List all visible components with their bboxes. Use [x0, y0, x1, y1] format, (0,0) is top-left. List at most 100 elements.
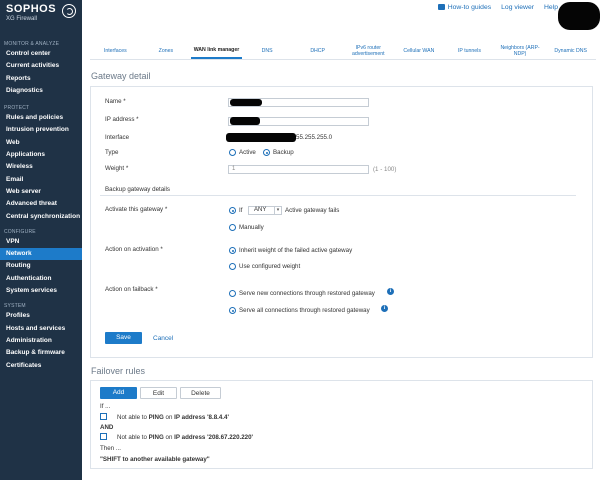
rule1-ip: IP address '8.8.4.4'	[174, 414, 229, 421]
ip-address-label: IP address *	[105, 116, 139, 123]
manually-label: Manually	[239, 224, 264, 231]
tab-dns[interactable]: DNS	[242, 42, 293, 59]
tab-zones[interactable]: Zones	[141, 42, 192, 59]
type-active-label: Active	[239, 149, 256, 156]
rule1-mid: on	[165, 414, 173, 421]
inherit-weight-radio[interactable]	[229, 247, 236, 254]
info-icon[interactable]: i	[387, 288, 394, 295]
sidebar-item-hosts-services[interactable]: Hosts and services	[0, 323, 82, 335]
section-system: SYSTEM	[4, 303, 26, 310]
cancel-link[interactable]: Cancel	[153, 335, 173, 342]
sidebar-item-current-activities[interactable]: Current activities	[0, 60, 82, 72]
use-configured-weight-radio[interactable]	[229, 263, 236, 270]
info-icon[interactable]: i	[381, 305, 388, 312]
tab-dhcp[interactable]: DHCP	[292, 42, 343, 59]
and-text: AND	[100, 424, 114, 431]
interface-value: 55.255.255.0	[296, 134, 333, 141]
gateway-select[interactable]: ANY ▾	[248, 206, 282, 215]
add-button[interactable]: Add	[100, 387, 137, 399]
edit-button[interactable]: Edit	[140, 387, 177, 399]
rule1-protocol: PING	[148, 414, 164, 421]
rule2-prefix: Not able to	[117, 434, 147, 441]
sidebar-item-web[interactable]: Web	[0, 137, 82, 149]
sidebar-item-system-services[interactable]: System services	[0, 285, 82, 297]
sidebar-item-reports[interactable]: Reports	[0, 73, 82, 85]
weight-label: Weight *	[105, 165, 129, 172]
tab-ipv6-router-advertisement[interactable]: IPv6 router advertisement	[343, 42, 394, 59]
serve-new-connections-radio[interactable]	[229, 290, 236, 297]
sidebar-item-applications[interactable]: Applications	[0, 149, 82, 161]
sidebar: SOPHOS XG Firewall MONITOR & ANALYZE Con…	[0, 0, 82, 480]
sidebar-item-intrusion-prevention[interactable]: Intrusion prevention	[0, 124, 82, 136]
type-backup-radio[interactable]	[263, 149, 270, 156]
section-monitor-analyze: MONITOR & ANALYZE	[4, 41, 60, 47]
gateway-detail-title: Gateway detail	[91, 71, 151, 81]
save-button[interactable]: Save	[105, 332, 142, 344]
if-text: If ...	[100, 403, 111, 410]
activate-if-radio[interactable]	[229, 207, 236, 214]
rule1-text: Not able to PING on IP address '8.8.4.4'	[117, 414, 229, 421]
type-label: Type	[105, 149, 119, 156]
tab-neighbors[interactable]: Neighbors (ARP-NDP)	[495, 42, 546, 59]
redacted-interface	[226, 133, 296, 142]
rule2-text: Not able to PING on IP address '208.67.2…	[117, 434, 253, 441]
rule2-checkbox[interactable]	[100, 433, 107, 440]
sidebar-item-web-server[interactable]: Web server	[0, 186, 82, 198]
rule2-ip: IP address '208.67.220.220'	[174, 434, 254, 441]
tab-interfaces[interactable]: Interfaces	[90, 42, 141, 59]
weight-input[interactable]: 1	[228, 165, 369, 174]
serve-all-connections-label: Serve all connections through restored g…	[239, 307, 370, 314]
help-link[interactable]: Help	[544, 4, 558, 11]
tab-wan-link-manager[interactable]: WAN link manager	[191, 42, 242, 59]
sidebar-item-profiles[interactable]: Profiles	[0, 310, 82, 322]
rule2-protocol: PING	[148, 434, 164, 441]
sidebar-item-backup-firmware[interactable]: Backup & firmware	[0, 347, 82, 359]
how-to-guides-link[interactable]: How-to guides	[437, 4, 492, 11]
rule1-prefix: Not able to	[117, 414, 147, 421]
sidebar-item-control-center[interactable]: Control center	[0, 48, 82, 60]
sidebar-item-email[interactable]: Email	[0, 174, 82, 186]
sidebar-item-certificates[interactable]: Certificates	[0, 360, 82, 372]
name-label: Name *	[105, 98, 126, 105]
activate-gateway-label: Activate this gateway *	[105, 206, 168, 213]
sidebar-item-routing[interactable]: Routing	[0, 260, 82, 272]
sidebar-item-vpn[interactable]: VPN	[0, 236, 82, 248]
tab-ip-tunnels[interactable]: IP tunnels	[444, 42, 495, 59]
serve-new-connections-label: Serve new connections through restored g…	[239, 290, 375, 297]
sidebar-item-administration[interactable]: Administration	[0, 335, 82, 347]
rule1-checkbox[interactable]	[100, 413, 107, 420]
sidebar-item-advanced-threat[interactable]: Advanced threat	[0, 198, 82, 210]
weight-hint: (1 - 100)	[373, 166, 397, 173]
sophos-logo: SOPHOS XG Firewall	[0, 0, 82, 30]
section-protect: PROTECT	[4, 105, 30, 112]
type-active-radio[interactable]	[229, 149, 236, 156]
top-nav: How-to guides Log viewer Help	[437, 4, 558, 11]
then-text: Then ...	[100, 445, 121, 452]
action-on-failback-label: Action on failback *	[105, 286, 158, 293]
tab-cellular-wan[interactable]: Cellular WAN	[394, 42, 445, 59]
redacted-user-menu	[558, 2, 600, 30]
activate-manually-radio[interactable]	[229, 224, 236, 231]
active-gateway-fails-label: Active gateway fails	[285, 207, 340, 214]
delete-button[interactable]: Delete	[180, 387, 221, 399]
backup-gateway-details-title: Backup gateway details	[105, 186, 171, 193]
gateway-select-value: ANY	[254, 207, 267, 213]
sidebar-item-wireless[interactable]: Wireless	[0, 161, 82, 173]
failover-rules-title: Failover rules	[91, 366, 146, 376]
sidebar-item-central-sync[interactable]: Central synchronization	[0, 211, 82, 223]
gateway-detail-panel	[90, 86, 593, 358]
inherit-weight-label: Inherit weight of the failed active gate…	[239, 247, 353, 254]
how-to-guides-label: How-to guides	[447, 4, 492, 11]
serve-all-connections-radio[interactable]	[229, 307, 236, 314]
log-viewer-link[interactable]: Log viewer	[501, 4, 534, 11]
sidebar-item-authentication[interactable]: Authentication	[0, 273, 82, 285]
redacted-name	[230, 99, 262, 106]
sidebar-item-network[interactable]: Network	[0, 248, 82, 261]
sophos-logo-icon	[62, 4, 76, 18]
tab-dynamic-dns[interactable]: Dynamic DNS	[545, 42, 596, 59]
rule2-mid: on	[165, 434, 173, 441]
video-icon	[437, 4, 445, 11]
sidebar-item-rules-policies[interactable]: Rules and policies	[0, 112, 82, 124]
chevron-down-icon: ▾	[274, 207, 281, 214]
sidebar-item-diagnostics[interactable]: Diagnostics	[0, 85, 82, 97]
